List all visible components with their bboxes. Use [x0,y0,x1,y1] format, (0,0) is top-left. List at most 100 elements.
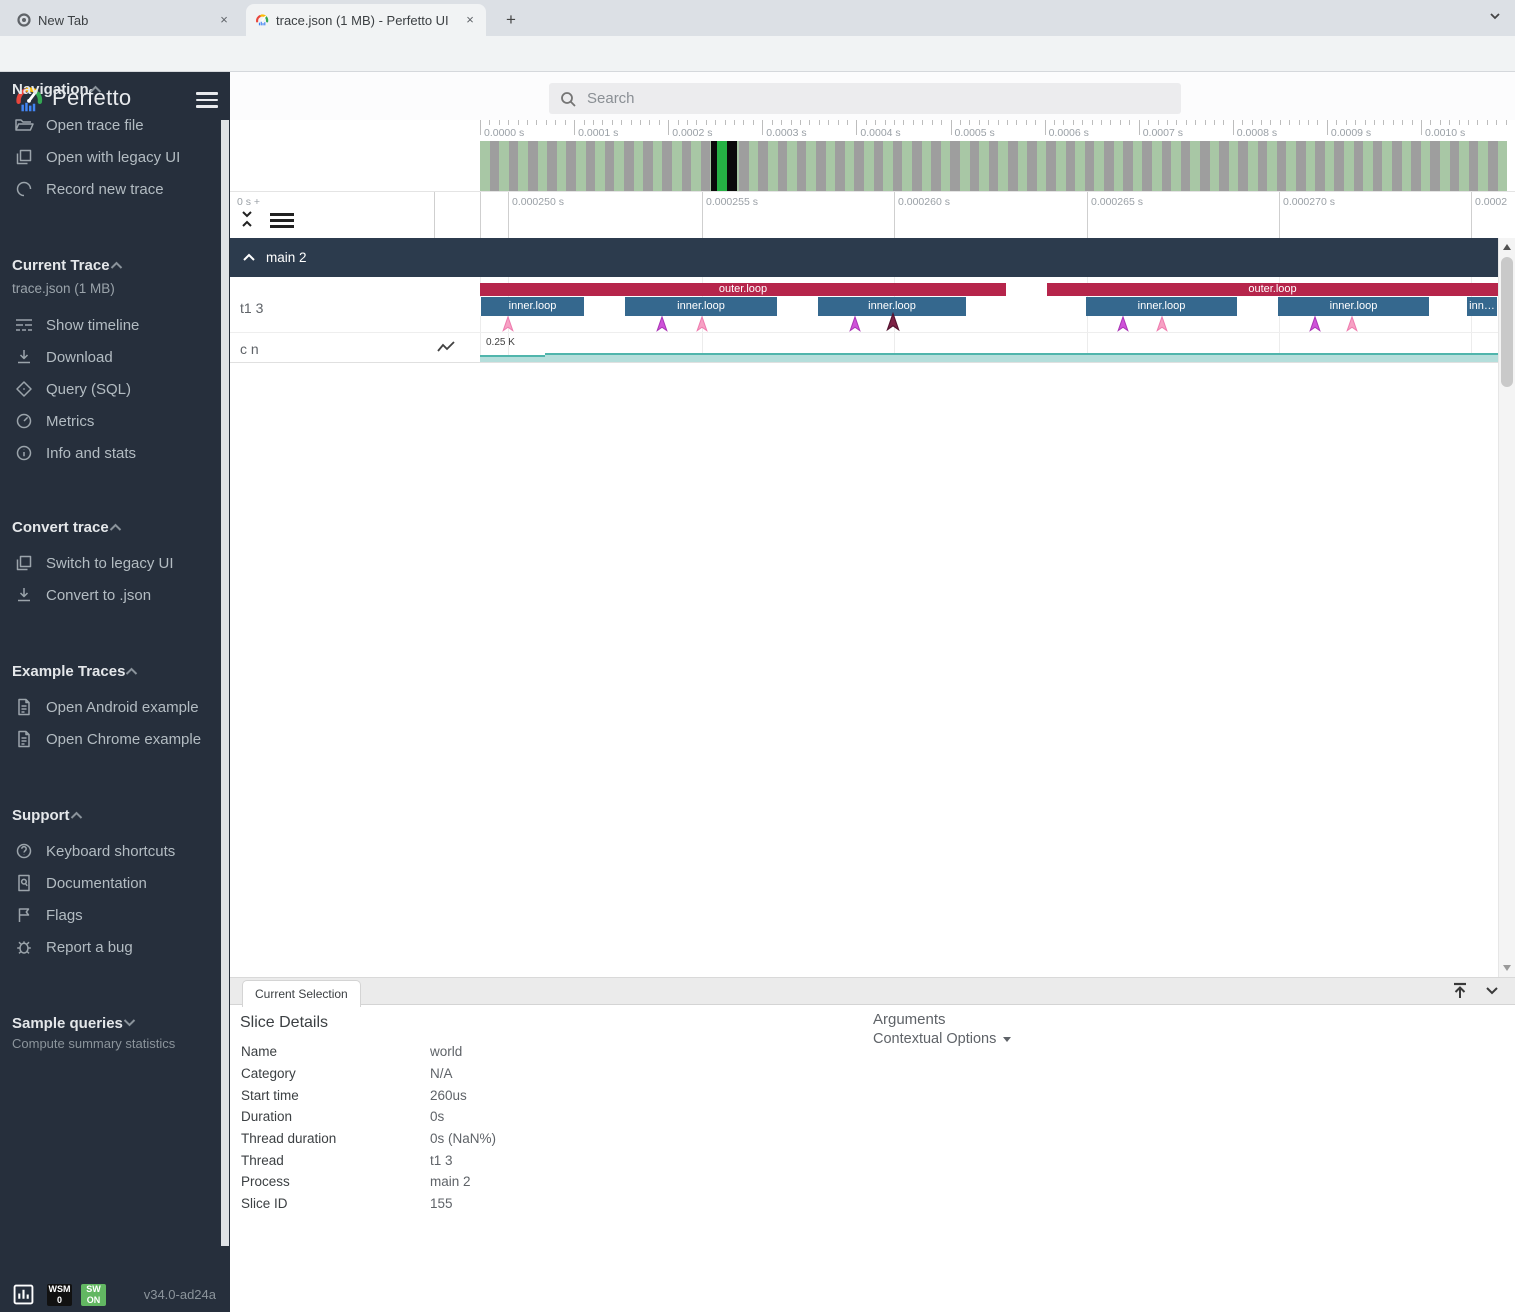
timeline-minimap[interactable] [230,141,1515,191]
track-filter-icon[interactable] [270,213,294,231]
dock-to-top-icon[interactable] [1451,981,1469,1001]
ruler-tick [894,120,895,125]
scroll-up-icon[interactable] [1503,244,1511,250]
sidebar-item-record-new-trace[interactable]: Record new trace [0,173,230,205]
query-icon [14,379,46,399]
minimap-stripe [1392,141,1402,191]
sidebar-item-open-chrome-example[interactable]: Open Chrome example [0,723,230,755]
sidebar-item-metrics[interactable]: Metrics [0,405,230,437]
detail-label: Name [241,1044,430,1059]
slice-inner-loop[interactable]: inner.loop [1277,297,1430,316]
sidebar-item-flags[interactable]: Flags [0,899,230,931]
sidebar-item-open-trace-file[interactable]: Open trace file [0,109,230,141]
sidebar-scrollbar[interactable] [221,120,229,1246]
minimap-stripe [778,141,788,191]
instant-marker-magenta[interactable] [1309,316,1321,332]
sidebar-item-documentation[interactable]: Documentation [0,867,230,899]
counter-track-row[interactable]: c n 0.25 K [230,333,1498,363]
section-title[interactable]: Convert trace [0,516,230,538]
counter-chart-icon [437,341,456,354]
instant-marker-maroon[interactable] [886,312,900,332]
instant-marker-pink[interactable] [1346,316,1358,332]
instant-marker-magenta[interactable] [656,316,668,332]
scroll-down-icon[interactable] [1503,965,1511,971]
sw-badge[interactable]: SWON [81,1284,106,1306]
detail-value: 260us [430,1088,467,1103]
section-title[interactable]: Support [0,804,230,826]
contextual-options-dropdown[interactable]: Contextual Options [873,1031,1011,1047]
detail-label: Slice ID [241,1196,430,1211]
chevron-up-icon[interactable] [242,253,256,262]
slice-inner-loop[interactable]: inner.loop [480,297,585,316]
ruler-tick [1129,120,1130,125]
slice-inner-loop[interactable]: inner.loop [1085,297,1238,316]
section-title[interactable]: Navigation [0,78,230,100]
ruler-tick [1412,120,1413,125]
tab-search-chevron-icon[interactable] [1487,8,1503,24]
counter-area-high[interactable] [545,353,1498,362]
ruler-tick [743,120,744,125]
tab-perfetto[interactable]: trace.json (1 MB) - Perfetto UI × [246,4,486,36]
close-icon[interactable]: × [462,12,478,28]
minimap-selection-black2[interactable] [727,141,737,191]
sidebar-item-open-with-legacy-ui[interactable]: Open with legacy UI [0,141,230,173]
tab-new-tab[interactable]: New Tab × [8,4,240,36]
collapse-all-icon[interactable] [240,209,254,229]
sidebar-item-label: Flags [46,907,83,924]
ruler-tick [809,120,810,125]
instant-marker-magenta[interactable] [849,316,861,332]
track-panel-divider [434,192,435,238]
new-tab-button[interactable]: + [500,9,522,31]
instant-marker-pink[interactable] [696,316,708,332]
slice-inner-loop[interactable]: inn… [1466,297,1498,316]
scrollbar-thumb[interactable] [1501,257,1513,387]
wsm-badge[interactable]: WSM0 [47,1284,72,1306]
sidebar-item-download[interactable]: Download [0,341,230,373]
ruler-tick [979,120,980,125]
sidebar-item-info-and-stats[interactable]: Info and stats [0,437,230,469]
minimap-stripe [979,141,989,191]
ruler-tick [885,120,886,125]
sidebar-item-open-android-example[interactable]: Open Android example [0,691,230,723]
minimap-selection-green[interactable] [717,141,727,191]
ruler-tick [1092,120,1093,125]
section-title-text: Sample queries [12,1015,123,1032]
section-title[interactable]: Current Trace [0,254,230,276]
slice-inner-loop[interactable]: inner.loop [624,297,778,316]
ruler-tick [593,120,594,125]
sidebar-item-convert-to-json[interactable]: Convert to .json [0,579,230,611]
counter-area-low[interactable] [480,355,545,362]
sidebar-item-show-timeline[interactable]: Show timeline [0,309,230,341]
section-items: Keyboard shortcutsDocumentation Flags Repo… [0,835,230,963]
instant-marker-magenta[interactable] [1117,316,1129,332]
sidebar-item-keyboard-shortcuts[interactable]: Keyboard shortcuts [0,835,230,867]
ruler-label: 0.0003 s [766,127,806,139]
search-input[interactable]: Search [549,83,1181,114]
slice-outer-loop[interactable]: outer.loop [480,283,1006,296]
sidebar-item-query-sql-[interactable]: Query (SQL) [0,373,230,405]
minimap-stripe [826,141,836,191]
minimap-stripe [672,141,682,191]
section-title[interactable]: Sample queries [0,1012,230,1034]
ruler-tick [828,120,829,125]
slice-outer-loop[interactable]: outer.loop [1047,283,1498,296]
trace-stats-icon[interactable] [13,1284,34,1305]
sidebar-item-switch-to-legacy-ui[interactable]: Switch to legacy UI [0,547,230,579]
download-icon [14,585,46,605]
detail-label: Thread [241,1153,430,1168]
collapse-panel-chevron-icon[interactable] [1483,981,1501,1001]
track-area: t1 3 outer.loopouter.loopinner.loopinner… [230,277,1498,363]
minimap-stripe [1200,141,1210,191]
section-title[interactable]: Example Traces [0,660,230,682]
tab-current-selection[interactable]: Current Selection [242,980,361,1007]
ruler-tick [1110,120,1111,125]
process-group-header[interactable]: main 2 [230,238,1498,277]
instant-marker-pink[interactable] [1156,316,1168,332]
sample-query-item[interactable]: Compute summary statistics [0,1034,230,1051]
tab-title: New Tab [38,13,208,28]
thread-track-row[interactable]: t1 3 outer.loopouter.loopinner.loopinner… [230,277,1498,333]
tracks-scrollbar[interactable] [1498,238,1515,977]
sidebar-item-report-a-bug[interactable]: Report a bug [0,931,230,963]
close-icon[interactable]: × [216,12,232,28]
instant-marker-pink[interactable] [502,316,514,332]
